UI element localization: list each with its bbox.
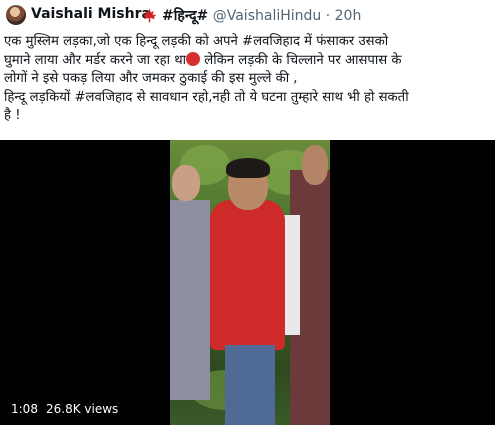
- tweet-text: एक मुस्लिम लड़का,जो एक हिन्दू लड़की को अ…: [4, 33, 490, 126]
- angry-face-emoji-icon: [186, 51, 201, 66]
- tweet-line-5: है !: [4, 108, 21, 123]
- bystander-left: [170, 200, 210, 400]
- tweet-header: Vaishali Mishra #हिन्दू# @VaishaliHindu …: [0, 0, 495, 34]
- tweet-line-3: लोगों ने इसे पकड़ लिया और जमकर ठुकाई की …: [4, 71, 298, 86]
- separator-dot: ·: [325, 8, 331, 24]
- video-frame[interactable]: [170, 140, 330, 425]
- video-views-badge: 26.8K views: [40, 398, 125, 420]
- maple-leaf-icon: [142, 8, 157, 23]
- handle-line: #हिन्दू# @VaishaliHindu · 20h: [162, 6, 361, 25]
- tweet-line-2a: घुमाने लाया और मर्डर करने जा रहा था: [4, 52, 187, 68]
- tweet-line-1: एक मुस्लिम लड़का,जो एक हिन्दू लड़की को अ…: [4, 34, 389, 49]
- tweet-line-2b: लेकिन लड़की के चिल्लाने पर आसपास के: [200, 52, 402, 68]
- author-handle[interactable]: @VaishaliHindu: [213, 8, 322, 24]
- bystander-left-head: [172, 165, 200, 201]
- video-duration-badge: 1:08: [5, 398, 44, 420]
- avatar[interactable]: [6, 5, 26, 25]
- tweet-line-4: हिन्दू लड़कियों #लवजिहाद से सावधान रहो,न…: [4, 89, 409, 105]
- man-jeans: [225, 345, 275, 425]
- man-in-red-shirt: [210, 200, 285, 350]
- tweet-time[interactable]: 20h: [335, 8, 362, 24]
- bystander-right-head: [302, 145, 328, 185]
- author-name-suffix: #हिन्दू#: [162, 8, 209, 24]
- video-player[interactable]: [0, 140, 495, 425]
- man-hair: [226, 158, 270, 178]
- tweet[interactable]: Vaishali Mishra #हिन्दू# @VaishaliHindu …: [0, 0, 495, 425]
- author-name[interactable]: Vaishali Mishra: [31, 6, 151, 22]
